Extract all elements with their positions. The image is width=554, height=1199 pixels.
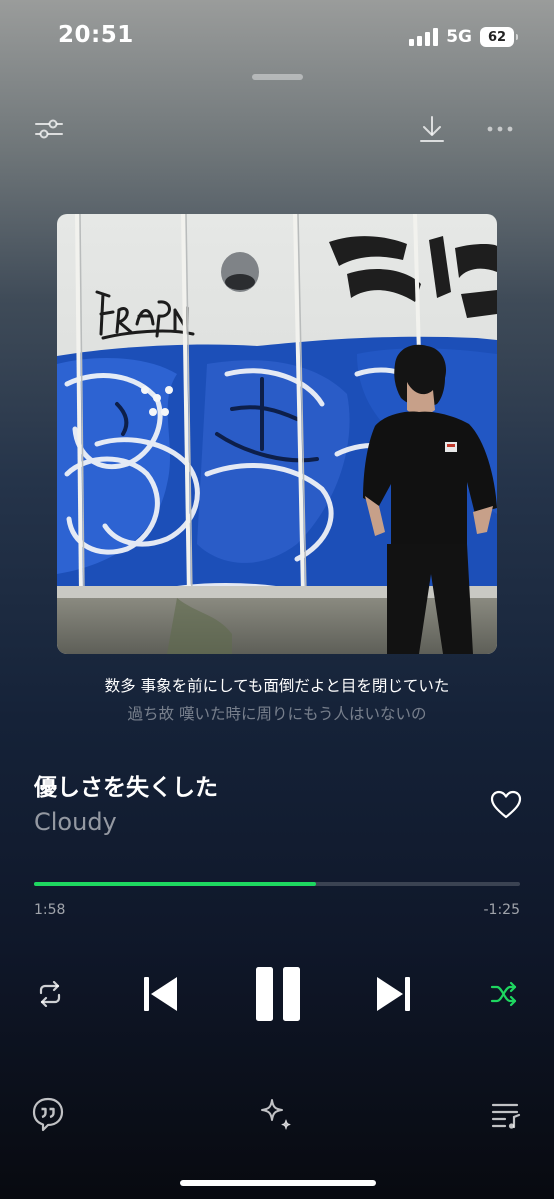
home-indicator[interactable] [180, 1180, 376, 1186]
battery-icon: 62 [480, 27, 518, 47]
cellular-signal-icon [409, 28, 439, 46]
track-title[interactable]: 優しさを失くした [34, 768, 218, 802]
now-playing-screen: 20:51 5G 62 数多 事象を前にしても面倒だよと目を閉じていた 過ち故 … [0, 0, 554, 1199]
network-type: 5G [446, 27, 472, 47]
sparkle-icon[interactable] [256, 1094, 296, 1134]
progress-bar[interactable] [34, 882, 520, 886]
progress-fill [34, 882, 316, 886]
download-icon[interactable] [415, 112, 449, 146]
status-indicators: 5G 62 [409, 26, 518, 48]
lyric-next-line[interactable]: 過ち故 嘆いた時に周りにもう人はいないの [0, 702, 554, 724]
status-time: 20:51 [58, 22, 134, 48]
lyric-current-line[interactable]: 数多 事象を前にしても面倒だよと目を閉じていた [0, 674, 554, 696]
equalizer-sliders-icon[interactable] [32, 112, 66, 146]
track-artist[interactable]: Cloudy [34, 808, 117, 836]
next-track-icon[interactable] [372, 972, 416, 1016]
sheet-drag-handle[interactable] [252, 74, 303, 80]
battery-level: 62 [487, 29, 507, 45]
more-options-icon[interactable] [483, 112, 517, 146]
shuffle-icon[interactable] [486, 976, 522, 1012]
lyrics-quote-icon[interactable] [28, 1094, 68, 1134]
time-remaining: -1:25 [483, 902, 521, 918]
like-heart-icon[interactable] [488, 788, 524, 822]
pause-icon[interactable] [249, 964, 307, 1024]
previous-track-icon[interactable] [138, 972, 182, 1016]
queue-icon[interactable] [486, 1094, 526, 1134]
album-artwork [57, 214, 497, 654]
time-elapsed: 1:58 [34, 902, 66, 918]
repeat-icon[interactable] [32, 976, 68, 1012]
